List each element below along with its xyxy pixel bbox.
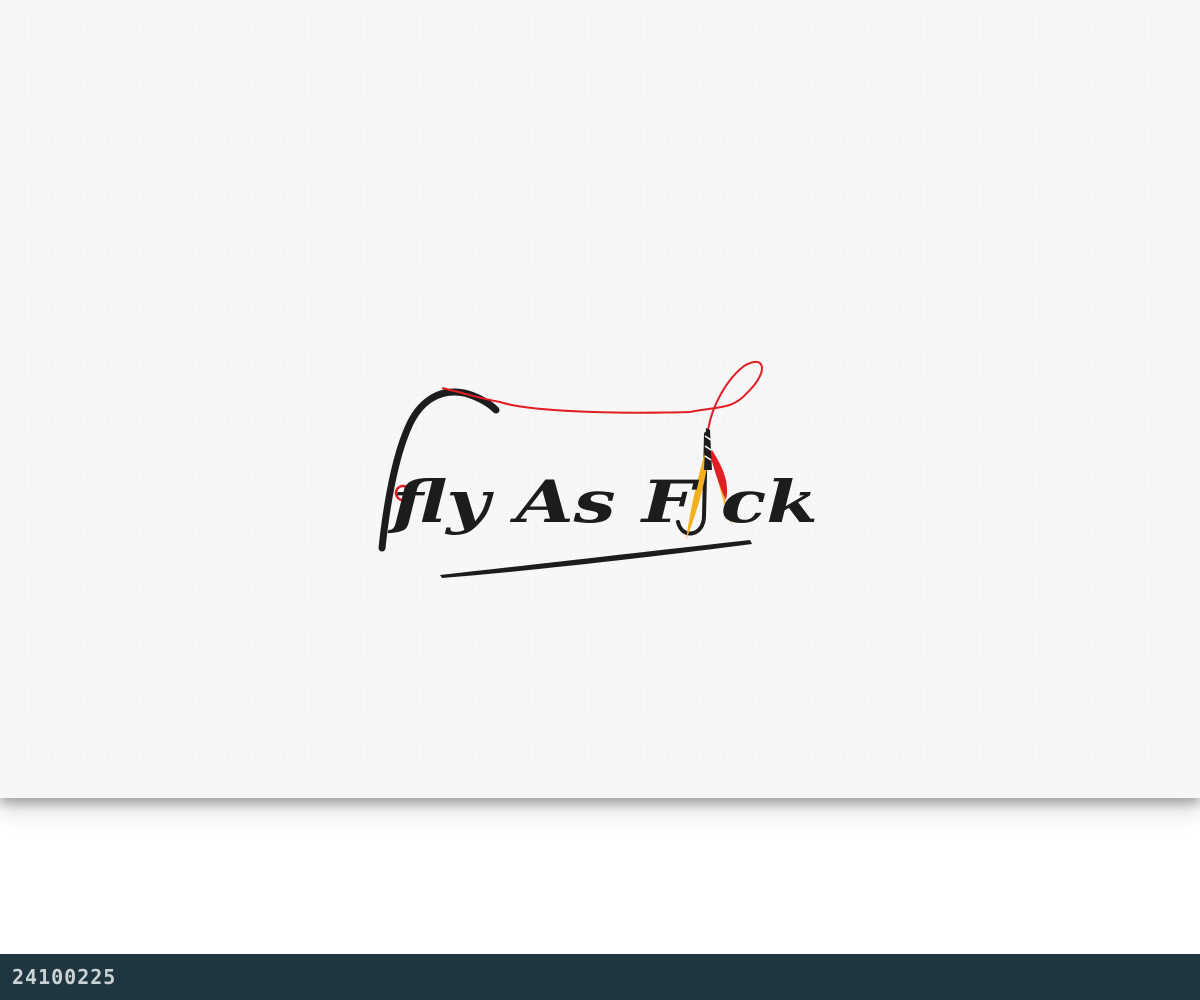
fly-as-fuck-logo: fly As F ck [378,360,818,578]
footer-bar: 24100225 [0,954,1200,1000]
fishing-line [441,360,763,431]
underline-swoosh [440,540,752,578]
paper-card: fly As F ck [0,0,1200,798]
logo-wordmark: fly As F ck [387,468,818,536]
canvas: fly As F ck 24100225 [0,0,1200,1000]
design-id: 24100225 [12,965,117,989]
